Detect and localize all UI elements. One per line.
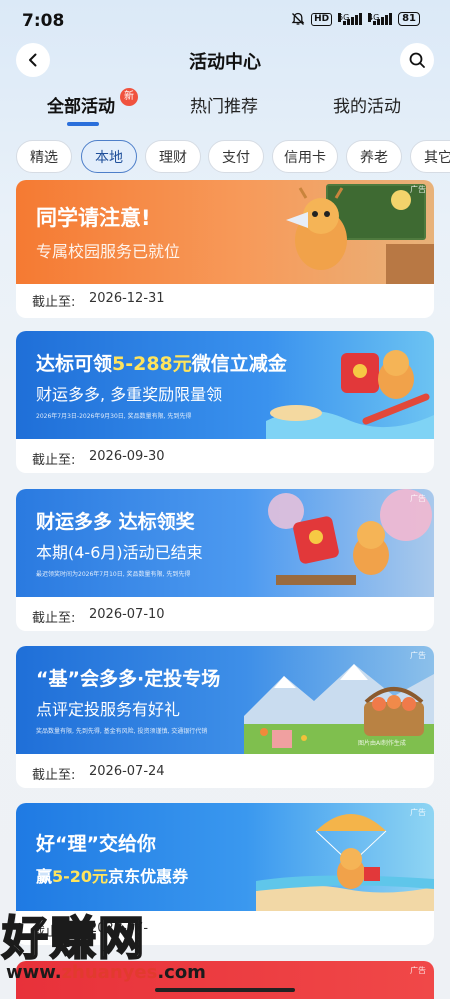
card-subtitle: 专属校园服务已就位 [36,242,181,261]
filter-chip-other[interactable]: 其它 [410,140,450,173]
image-credit: 图片由AI制作生成 [358,740,406,747]
battery-icon: 81 [398,12,420,26]
card-title: 财运多多 达标领奖 [36,511,195,533]
tab-my-activities[interactable]: 我的活动 [333,92,401,117]
new-badge: 新 [120,88,138,106]
ad-tag: 广告 [410,808,426,817]
ad-tag: 广告 [410,494,426,503]
card-fine-print: 奖品数量有限, 先到先得, 基金有风险, 投资须谨慎, 交通银行代销 [36,728,208,735]
activity-card-wechat-coupon[interactable]: 达标可领5-288元微信立减金 财运多多, 多重奖励限量领 2026年7月3日-… [16,331,434,473]
tab-all-activities[interactable]: 全部活动 [47,92,115,117]
card-title: 好“理”交给你 [36,833,156,855]
card-subtitle: 财运多多, 多重奖励限量领 [36,385,223,404]
deadline-label: 截止至: [32,453,76,468]
card-title: “基”会多多·定投专场 [36,668,221,690]
search-button[interactable] [400,43,434,77]
card-subtitle: 点评定投服务有好礼 [36,700,181,719]
top-tabs: 全部活动 新 热门推荐 我的活动 [0,88,450,128]
filter-chips: 精选 本地 理财 支付 信用卡 养老 其它 [0,140,450,174]
deadline-label: 截止至: [32,611,76,626]
signal-icon: 4G [368,13,393,25]
tab-indicator [67,122,99,126]
deadline-date: 2026-07-24 [89,764,165,779]
tab-hot-recommend[interactable]: 热门推荐 [190,92,258,117]
status-time: 7:08 [22,11,65,31]
signal-icon: 5G [338,13,363,25]
card-fine-print: 2026年7月3日-2026年9月30日, 奖品数量有限, 先到先得 [36,413,192,420]
parachute-illustration [256,814,434,911]
activity-banner: 财运多多 达标领奖 本期(4-6月)活动已结束 最迟领奖时间为2026年7月10… [16,489,434,597]
ad-tag: 广告 [410,966,426,975]
campus-illustration [286,184,434,284]
deadline-label: 截止至: [32,768,76,783]
filter-chip-credit-card[interactable]: 信用卡 [272,140,338,173]
filter-chip-local[interactable]: 本地 [81,140,137,173]
card-fine-print: 最迟领奖时间为2026年7月10日, 奖品数量有限, 先到先得 [36,571,191,578]
site-watermark: 好赚网 www.zhuanyes.com [0,900,206,990]
deadline-label: 截止至: [32,295,76,310]
activity-card-rewards[interactable]: 财运多多 达标领奖 本期(4-6月)活动已结束 最迟领奖时间为2026年7月10… [16,489,434,631]
ad-tag: 广告 [410,651,426,660]
filter-chip-wealth[interactable]: 理财 [145,140,201,173]
activity-banner: 好“理”交给你 赢5-20元京东优惠券 广告 [16,803,434,911]
activity-banner: 达标可领5-288元微信立减金 财运多多, 多重奖励限量领 2026年7月3日-… [16,331,434,439]
deadline-date: 2026-09-30 [89,449,165,464]
home-indicator [155,988,295,992]
surfing-illustration [266,350,434,439]
deadline-date: 2026-12-31 [89,291,165,306]
activity-banner: “基”会多多·定投专场 点评定投服务有好礼 奖品数量有限, 先到先得, 基金有风… [16,646,434,754]
search-icon [409,52,425,68]
bell-muted-icon [291,12,305,26]
activity-banner: 同学请注意! 专属校园服务已就位 广告 [16,180,434,284]
filter-chip-pension[interactable]: 养老 [346,140,402,173]
ad-tag: 广告 [410,185,426,194]
page-title: 活动中心 [189,52,261,73]
filter-chip-featured[interactable]: 精选 [16,140,72,173]
card-title: 同学请注意! [36,206,151,230]
card-subtitle: 赢5-20元京东优惠券 [36,867,189,886]
card-subtitle: 本期(4-6月)活动已结束 [36,543,203,562]
nav-bar: 活动中心 [0,40,450,80]
deadline-date: 2026-07-10 [89,607,165,622]
hd-badge: HD [311,12,333,26]
filter-chip-payment[interactable]: 支付 [208,140,264,173]
card-title: 达标可领5-288元微信立减金 [36,353,287,375]
watermark-logo-text: 好赚网 [1,910,146,966]
activity-list: 同学请注意! 专属校园服务已就位 广告 截止至: 2026-12-31 达标可领… [0,180,450,999]
watermark-url: www.zhuanyes.com [6,962,206,983]
activity-card-campus[interactable]: 同学请注意! 专属校园服务已就位 广告 截止至: 2026-12-31 [16,180,434,318]
activity-card-fund-invest[interactable]: “基”会多多·定投专场 点评定投服务有好礼 奖品数量有限, 先到先得, 基金有风… [16,646,434,788]
spring-illustration [268,489,432,585]
status-bar: 7:08 HD 5G 4G 81 [0,0,450,40]
status-icons: HD 5G 4G 81 [291,12,420,26]
